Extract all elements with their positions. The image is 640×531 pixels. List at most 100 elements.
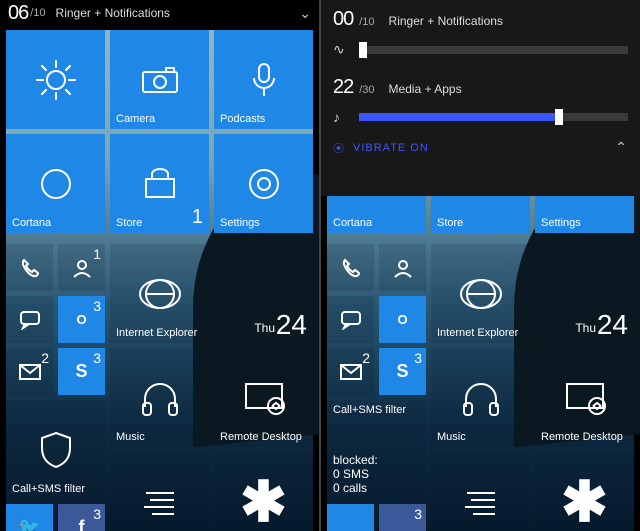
vibrate-icon: ∿ <box>333 41 349 58</box>
phone-icon <box>19 257 41 279</box>
phone-left: 06 /10 Ringer + Notifications ⌄ Camera <box>0 0 319 531</box>
asterisk-icon: ✱ <box>240 469 287 531</box>
tile-facebook[interactable]: 3 <box>379 504 426 531</box>
store-icon <box>142 167 178 201</box>
tile-messaging[interactable] <box>6 296 53 343</box>
tile-label: Internet Explorer <box>116 327 197 339</box>
calendar-date: 24 <box>597 309 628 341</box>
tile-unknown-lines[interactable] <box>431 452 530 531</box>
phone-icon <box>340 257 362 279</box>
tile-outlook[interactable]: O <box>379 296 426 343</box>
tile-skype[interactable]: S 3 <box>58 348 105 395</box>
mail-icon <box>19 364 41 380</box>
chevron-down-icon[interactable]: ⌄ <box>299 5 311 22</box>
skype-badge: 3 <box>414 350 422 366</box>
tile-label: Camera <box>116 113 155 125</box>
tile-remote[interactable]: Remote Desktop <box>535 348 634 447</box>
media-slider[interactable] <box>359 113 628 121</box>
remote-desktop-icon <box>242 380 286 416</box>
media-label: Media + Apps <box>389 82 462 96</box>
tile-facebook[interactable]: f 3 <box>58 504 105 531</box>
ringer-label: Ringer + Notifications <box>56 6 170 20</box>
headphones-icon <box>460 379 502 417</box>
tile-music[interactable]: Music <box>431 348 530 447</box>
tile-ie[interactable]: Internet Explorer <box>431 244 530 343</box>
tile-outlook[interactable]: O 3 <box>58 296 105 343</box>
tile-store[interactable]: 1 Store <box>110 134 209 233</box>
tile-phone[interactable] <box>6 244 53 291</box>
note-icon: ♪ <box>333 109 349 125</box>
skype-badge: 3 <box>93 350 101 366</box>
skype-icon: S <box>75 361 87 382</box>
facebook-icon: f <box>79 517 85 531</box>
tile-people[interactable] <box>379 244 426 291</box>
tile-label: Music <box>116 431 145 443</box>
tile-music[interactable]: Music <box>110 348 209 447</box>
tile-settings[interactable]: Settings <box>214 134 313 233</box>
tile-skype[interactable]: S3 <box>379 348 426 395</box>
ringer-slider[interactable] <box>359 46 628 54</box>
outlook-badge: 3 <box>93 298 101 314</box>
tile-calendar[interactable]: Thu 24 <box>214 244 313 343</box>
calendar-day: Thu <box>254 321 275 335</box>
tile-asterisk[interactable]: ✱ <box>535 452 634 531</box>
mail-icon <box>340 364 362 380</box>
tile-label: Call+SMS filter <box>333 404 406 416</box>
store-badge: 1 <box>192 206 203 229</box>
tile-remote[interactable]: Remote Desktop <box>214 348 313 447</box>
tile-podcasts[interactable]: Podcasts <box>214 30 313 129</box>
cortana-icon <box>36 164 76 204</box>
ringer-max: /10 <box>30 7 45 19</box>
vibrate-toggle-label[interactable]: VIBRATE ON <box>353 142 429 154</box>
ringer-label: Ringer + Notifications <box>389 14 503 28</box>
tile-calendar[interactable]: Thu 24 <box>535 244 634 343</box>
tile-label: Settings <box>220 217 260 229</box>
ringer-volume: 06 <box>8 2 28 25</box>
tile-messaging[interactable] <box>327 296 374 343</box>
tile-label: Cortana <box>333 217 372 229</box>
tile-label: Call+SMS filter <box>12 483 85 495</box>
tile-people[interactable]: 1 <box>58 244 105 291</box>
outlook-icon: O <box>397 312 407 327</box>
tile-camera[interactable]: Camera <box>110 30 209 129</box>
calendar-date: 24 <box>276 309 307 341</box>
tile-cortana[interactable]: Cortana <box>6 134 105 233</box>
list-icon <box>142 487 178 517</box>
tile-label: Internet Explorer <box>437 327 518 339</box>
start-screen: Camera Podcasts Cortana 1 Store <box>6 30 313 531</box>
tile-callsms[interactable]: Call+SMS filter <box>6 400 105 499</box>
tile-mail[interactable]: 2 <box>6 348 53 395</box>
gear-icon <box>245 165 283 203</box>
vibrate-toggle-icon[interactable]: ⦿ <box>333 140 345 156</box>
tile-ie[interactable]: Internet Explorer <box>110 244 209 343</box>
tile-phone[interactable] <box>327 244 374 291</box>
sun-icon <box>34 58 78 102</box>
ie-icon <box>458 271 504 317</box>
volume-bar-collapsed[interactable]: 06 /10 Ringer + Notifications ⌄ <box>0 0 319 26</box>
ringer-max: /10 <box>359 16 374 28</box>
tile-label: Music <box>437 431 466 443</box>
headphones-icon <box>139 379 181 417</box>
tile-asterisk[interactable]: ✱ <box>214 452 313 531</box>
tile-twitter[interactable] <box>327 504 374 531</box>
outlook-icon: O <box>76 312 86 327</box>
message-icon <box>19 310 41 330</box>
tile-label: Remote Desktop <box>220 431 302 443</box>
tile-unknown-lines[interactable] <box>110 452 209 531</box>
tile-callsms[interactable]: blocked: 0 SMS 0 calls Call+SMS filter <box>327 400 426 499</box>
blocked-status: blocked: 0 SMS 0 calls <box>333 453 378 495</box>
mail-badge: 2 <box>41 350 49 366</box>
tile-twitter[interactable]: 🐦 <box>6 504 53 531</box>
camera-icon <box>140 65 180 95</box>
tile-label: Podcasts <box>220 113 265 125</box>
mail-badge: 2 <box>362 350 370 366</box>
chevron-up-icon[interactable]: ⌃ <box>615 139 628 156</box>
media-volume: 22 <box>333 76 353 99</box>
remote-desktop-icon <box>563 380 607 416</box>
twitter-icon: 🐦 <box>18 517 40 531</box>
fb-badge: 3 <box>93 506 101 522</box>
tile-weather[interactable] <box>6 30 105 129</box>
tile-mail[interactable]: 2 <box>327 348 374 395</box>
skype-icon: S <box>396 361 408 382</box>
asterisk-icon: ✱ <box>561 469 608 531</box>
